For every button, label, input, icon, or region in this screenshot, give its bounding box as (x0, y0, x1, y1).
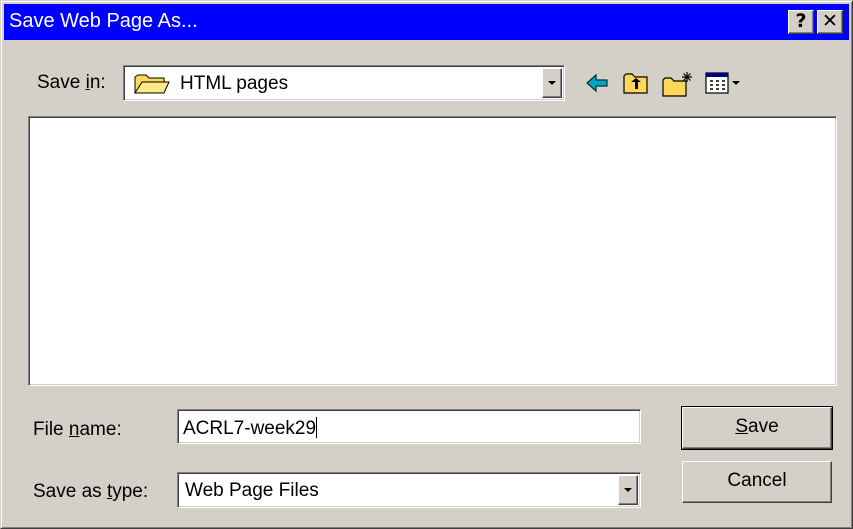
save-in-dropdown[interactable]: HTML pages (123, 65, 565, 101)
save-in-dropdown-arrow[interactable] (542, 68, 562, 98)
views-menu-icon[interactable] (704, 70, 744, 102)
file-name-label: File name: (33, 419, 122, 441)
close-button[interactable]: ✕ (817, 10, 843, 34)
save-in-label-post: n: (89, 72, 106, 93)
file-name-input[interactable]: ACRL7-week29 (177, 409, 641, 444)
dialog-title: Save Web Page As... (9, 10, 198, 32)
folder-icon (134, 73, 170, 101)
file-name-label-post: ame: (79, 419, 122, 440)
save-as-type-label-pre: Save as (33, 481, 107, 502)
save-in-label: Save in: (37, 72, 106, 94)
save-button-label-rest: ave (748, 416, 779, 437)
file-name-text: ACRL7-week29 (183, 418, 317, 439)
text-caret (316, 417, 318, 438)
file-name-value: ACRL7-week29 (183, 417, 318, 440)
up-one-level-icon[interactable] (622, 70, 650, 102)
save-web-page-dialog: Save Web Page As... ? ✕ Save in: HTML pa… (0, 0, 853, 529)
file-list-pane[interactable] (28, 116, 837, 386)
file-name-label-accel: n (68, 419, 80, 440)
cancel-button[interactable]: Cancel (682, 461, 832, 503)
save-as-type-label-post: ype: (112, 481, 149, 502)
file-name-label-pre: File (33, 419, 69, 440)
save-as-type-label: Save as type: (33, 481, 148, 503)
new-folder-icon[interactable] (661, 70, 695, 104)
save-button-accel: S (735, 416, 749, 437)
save-as-type-value: Web Page Files (185, 480, 319, 501)
title-bar[interactable]: Save Web Page As... ? ✕ (4, 4, 849, 40)
save-in-value: HTML pages (180, 73, 289, 94)
help-button[interactable]: ? (788, 10, 814, 34)
save-button[interactable]: Save (681, 406, 833, 450)
save-in-label-pre: Save (37, 72, 86, 93)
save-as-type-dropdown-arrow[interactable] (618, 475, 638, 505)
back-arrow-icon[interactable] (584, 70, 610, 102)
save-as-type-dropdown[interactable]: Web Page Files (177, 472, 641, 508)
